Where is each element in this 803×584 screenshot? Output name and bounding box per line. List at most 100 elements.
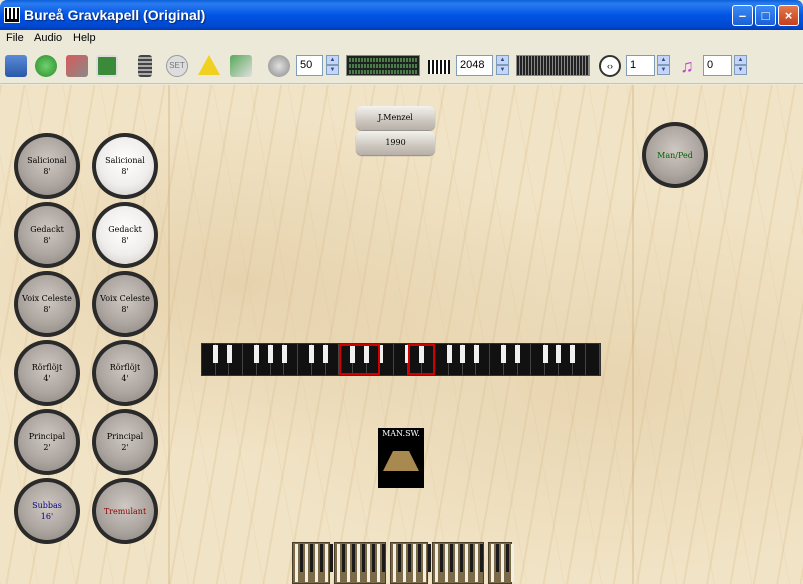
- menu-audio[interactable]: Audio: [34, 32, 62, 44]
- stops_right-stop-4[interactable]: Principal 2': [92, 409, 158, 475]
- pedal-key[interactable]: [455, 544, 458, 582]
- keyboard-key[interactable]: [254, 345, 260, 363]
- transpose-input[interactable]: 1: [626, 55, 655, 76]
- stop-man-ped[interactable]: Man/Ped: [642, 122, 708, 188]
- keyboard-key[interactable]: [515, 345, 521, 363]
- pedal-keys[interactable]: [292, 542, 333, 584]
- stops_left-stop-2[interactable]: Voix Celeste 8': [14, 271, 80, 337]
- polyphony-spinner[interactable]: ▲ ▼: [496, 55, 509, 76]
- midi-icon[interactable]: [230, 55, 252, 77]
- pedal-key[interactable]: [342, 544, 345, 572]
- set-icon[interactable]: SET: [166, 55, 188, 77]
- pedal-key[interactable]: [362, 544, 365, 572]
- pedal-key[interactable]: [295, 544, 298, 582]
- pedal-key[interactable]: [398, 544, 401, 572]
- stops_right-stop-3[interactable]: Rörflöjt 4': [92, 340, 158, 406]
- pedal-key[interactable]: [413, 544, 416, 582]
- volume-input[interactable]: 50: [296, 55, 323, 76]
- pedal-key[interactable]: [320, 544, 323, 572]
- pedal-key[interactable]: [325, 544, 328, 582]
- maximize-button[interactable]: □: [755, 5, 776, 26]
- pedal-key[interactable]: [310, 544, 313, 572]
- pedal-key[interactable]: [372, 544, 375, 572]
- reload-icon[interactable]: [35, 55, 57, 77]
- minimize-button[interactable]: –: [732, 5, 753, 26]
- keyboard-key[interactable]: [586, 344, 600, 375]
- pedal-key[interactable]: [300, 544, 303, 572]
- pedal-key[interactable]: [435, 544, 438, 582]
- polyphony-input[interactable]: 2048: [456, 55, 493, 76]
- pedal-key[interactable]: [352, 544, 355, 572]
- pedal-key[interactable]: [460, 544, 463, 572]
- keyboard-key[interactable]: [556, 345, 562, 363]
- pedal-key[interactable]: [440, 544, 443, 572]
- keyboard-key[interactable]: [446, 345, 452, 363]
- audio-settings-icon[interactable]: [66, 55, 88, 77]
- pedal-key[interactable]: [377, 544, 380, 582]
- pedal-key[interactable]: [491, 544, 494, 582]
- pedal-keys[interactable]: [334, 542, 386, 584]
- pedal-keys[interactable]: [390, 542, 431, 584]
- pedal-key[interactable]: [445, 544, 448, 582]
- stops_left-stop-5[interactable]: Subbas 16': [14, 478, 80, 544]
- stops_right-stop-1[interactable]: Gedackt 8': [92, 202, 158, 268]
- pedal-key[interactable]: [393, 544, 396, 582]
- open-folder-icon[interactable]: [5, 55, 27, 77]
- keyboard-key[interactable]: [281, 345, 287, 363]
- memory-icon[interactable]: [138, 55, 152, 77]
- stops_right-stop-5[interactable]: Tremulant: [92, 478, 158, 544]
- title-bar[interactable]: Bureå Gravkapell (Original) – □ ×: [0, 0, 803, 30]
- volume-icon[interactable]: [268, 55, 290, 77]
- pedal-key[interactable]: [423, 544, 426, 582]
- menu-file[interactable]: File: [6, 32, 24, 44]
- keyboard-key[interactable]: [570, 345, 576, 363]
- stops_left-stop-4[interactable]: Principal 2': [14, 409, 80, 475]
- keyboard-key[interactable]: [501, 345, 507, 363]
- stops_right-stop-0[interactable]: Salicional 8': [92, 133, 158, 199]
- keyboard-key[interactable]: [213, 345, 219, 363]
- organ-settings-icon[interactable]: [96, 55, 118, 77]
- pedal-key[interactable]: [330, 544, 333, 572]
- pedal-key[interactable]: [465, 544, 468, 582]
- volume-spinner[interactable]: ▲ ▼: [326, 55, 339, 76]
- keyboard-key[interactable]: [226, 345, 232, 363]
- pedal-key[interactable]: [470, 544, 473, 572]
- transpose-spinner[interactable]: ▲ ▼: [657, 55, 670, 76]
- keyboard-key[interactable]: [309, 345, 315, 363]
- pedal-key[interactable]: [347, 544, 350, 582]
- warning-icon[interactable]: [198, 55, 220, 75]
- pedal-key[interactable]: [496, 544, 499, 572]
- menu-help[interactable]: Help: [73, 32, 96, 44]
- pedal-key[interactable]: [480, 544, 483, 572]
- pedal-key[interactable]: [511, 544, 514, 582]
- tuning-input[interactable]: 0: [703, 55, 732, 76]
- pedal-key[interactable]: [357, 544, 360, 582]
- pedal-key[interactable]: [337, 544, 340, 582]
- close-button[interactable]: ×: [778, 5, 799, 26]
- pedal-key[interactable]: [475, 544, 478, 582]
- pedal-key[interactable]: [305, 544, 308, 582]
- pedal-key[interactable]: [408, 544, 411, 572]
- pedal-key[interactable]: [450, 544, 453, 572]
- stops_right-stop-2[interactable]: Voix Celeste 8': [92, 271, 158, 337]
- tuning-spinner[interactable]: ▲ ▼: [734, 55, 747, 76]
- keyboard-key[interactable]: [473, 345, 479, 363]
- pedal-key[interactable]: [382, 544, 385, 572]
- swell-pedal[interactable]: MAN.SW.: [378, 428, 424, 488]
- keyboard-key[interactable]: [542, 345, 548, 363]
- pedal-key[interactable]: [367, 544, 370, 582]
- pedal-key[interactable]: [506, 544, 509, 572]
- pedal-key[interactable]: [428, 544, 431, 572]
- stops_left-stop-1[interactable]: Gedackt 8': [14, 202, 80, 268]
- pedal-key[interactable]: [403, 544, 406, 582]
- stops_left-stop-0[interactable]: Salicional 8': [14, 133, 80, 199]
- stops_left-stop-3[interactable]: Rörflöjt 4': [14, 340, 80, 406]
- keyboard-key[interactable]: [268, 345, 274, 363]
- keyboard-key[interactable]: [323, 345, 329, 363]
- keyboard-key[interactable]: [460, 345, 466, 363]
- manual-keyboard[interactable]: [201, 343, 601, 376]
- pedal-key[interactable]: [315, 544, 318, 582]
- pedal-key[interactable]: [418, 544, 421, 572]
- pedal-key[interactable]: [501, 544, 504, 582]
- pedal-keys[interactable]: [488, 542, 514, 584]
